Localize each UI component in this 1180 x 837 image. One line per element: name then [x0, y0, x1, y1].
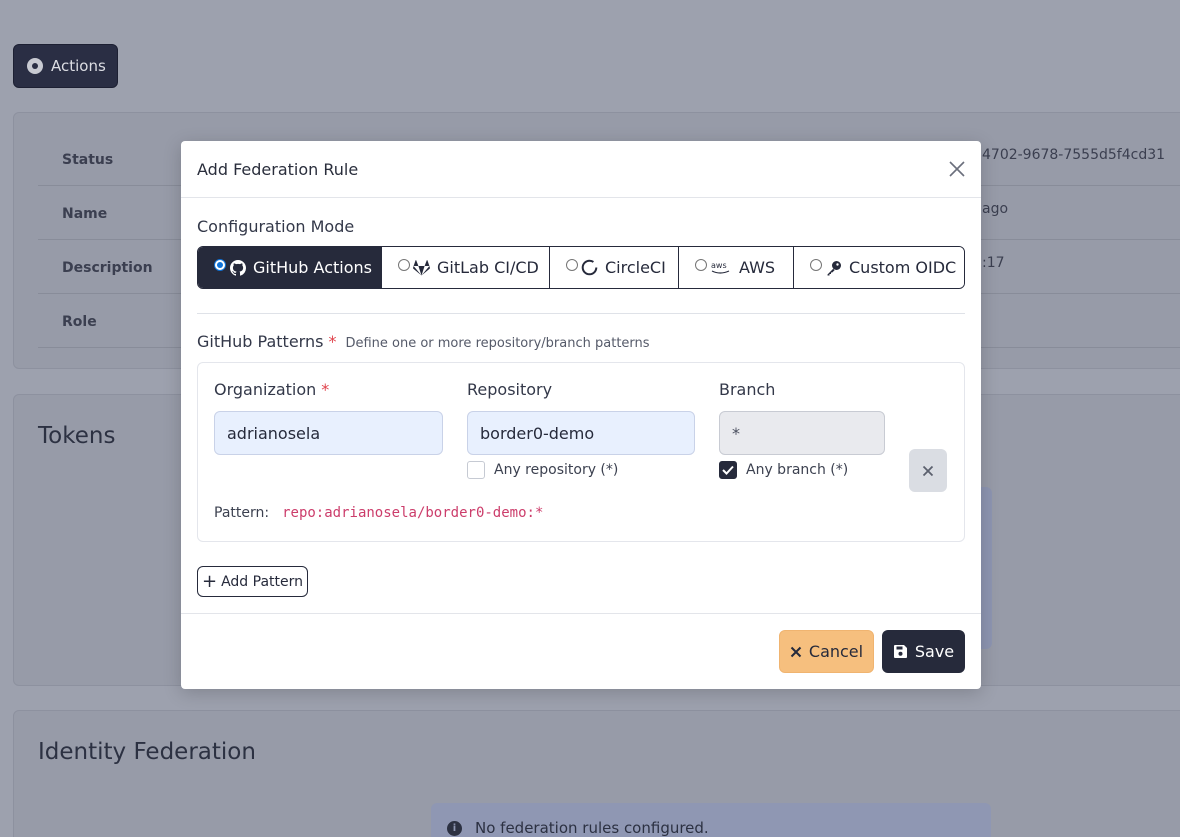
radio-button[interactable]: [214, 258, 226, 271]
detail-value: :17: [982, 255, 1005, 271]
identity-federation-title: Identity Federation: [38, 739, 256, 765]
branch-label: Branch: [719, 380, 776, 399]
section-divider: [197, 313, 965, 314]
plus-icon: +: [201, 570, 218, 592]
svg-text:aws: aws: [711, 261, 727, 270]
required-indicator: *: [328, 332, 337, 351]
detail-label: Role: [62, 314, 97, 330]
aws-icon: aws: [710, 259, 732, 276]
radio-button[interactable]: [810, 258, 822, 271]
key-icon: [825, 259, 842, 276]
add-pattern-button[interactable]: + Add Pattern: [197, 566, 308, 597]
mode-option-github-actions[interactable]: GitHub Actions: [198, 247, 382, 288]
add-federation-rule-modal: Add Federation Rule Configuration Mode G…: [181, 141, 981, 689]
any-branch-label: Any branch (*): [746, 462, 849, 478]
no-rules-alert: i No federation rules configured.: [431, 803, 991, 837]
organization-label: Organization *: [214, 380, 329, 399]
cancel-label: Cancel: [808, 642, 864, 661]
x-icon: [790, 646, 802, 658]
info-icon: i: [447, 820, 462, 836]
pattern-preview: Pattern: repo:adrianosela/border0-demo:*: [214, 505, 543, 521]
configuration-mode-label: Configuration Mode: [197, 217, 355, 236]
pattern-value: repo:adrianosela/border0-demo:*: [282, 505, 544, 521]
detail-label: Description: [62, 260, 153, 276]
tokens-title: Tokens: [38, 423, 116, 449]
circle-dot-icon: [27, 58, 43, 74]
repository-label: Repository: [467, 380, 553, 399]
detail-label: Status: [62, 152, 114, 168]
pattern-card: Organization * adrianosela Repository bo…: [197, 362, 965, 542]
mode-label: CircleCI: [605, 258, 666, 277]
actions-button[interactable]: Actions: [13, 44, 118, 88]
detail-value: ago: [982, 201, 1009, 217]
floppy-disk-icon: [893, 644, 908, 659]
any-branch-checkbox-row[interactable]: Any branch (*): [719, 461, 848, 479]
any-repository-checkbox[interactable]: [467, 461, 485, 479]
mode-option-gitlab-cicd[interactable]: GitLab CI/CD: [382, 247, 550, 288]
mode-option-circleci[interactable]: CircleCI: [550, 247, 679, 288]
alert-text: No federation rules configured.: [475, 819, 709, 837]
radio-button[interactable]: [566, 258, 578, 271]
mode-label: Custom OIDC: [849, 258, 957, 277]
organization-label-text: Organization: [214, 380, 317, 399]
radio-button[interactable]: [398, 258, 410, 271]
save-button[interactable]: Save: [882, 630, 965, 673]
github-icon: [229, 259, 246, 276]
checkmark-icon: [722, 465, 734, 475]
mode-label: GitLab CI/CD: [437, 258, 539, 277]
remove-pattern-button[interactable]: [909, 449, 947, 492]
mode-label: AWS: [739, 258, 776, 277]
repository-input[interactable]: border0-demo: [467, 411, 695, 455]
detail-label: Name: [62, 206, 108, 222]
circleci-icon: [581, 259, 598, 276]
patterns-header: GitHub Patterns * Define one or more rep…: [197, 332, 650, 351]
radio-button[interactable]: [695, 258, 707, 271]
required-indicator: *: [321, 380, 330, 399]
detail-value: 4702-9678-7555d5f4cd31: [982, 147, 1166, 163]
mode-label: GitHub Actions: [253, 258, 372, 277]
mode-option-custom-oidc[interactable]: Custom OIDC: [794, 247, 964, 288]
patterns-hint: Define one or more repository/branch pat…: [345, 336, 650, 351]
modal-title: Add Federation Rule: [197, 160, 359, 179]
save-label: Save: [914, 642, 955, 661]
mode-option-aws[interactable]: aws AWS: [679, 247, 794, 288]
modal-header: Add Federation Rule: [181, 141, 981, 198]
organization-input[interactable]: adrianosela: [214, 411, 443, 455]
cancel-button[interactable]: Cancel: [779, 630, 874, 673]
patterns-title: GitHub Patterns: [197, 332, 324, 351]
modal-footer: Cancel Save: [181, 613, 981, 689]
close-icon: [922, 465, 934, 476]
any-repository-label: Any repository (*): [494, 462, 619, 478]
any-branch-checkbox[interactable]: [719, 461, 737, 479]
pattern-label: Pattern:: [214, 505, 270, 521]
close-icon: [949, 161, 965, 177]
gitlab-icon: [413, 259, 430, 276]
configuration-mode-group: GitHub Actions GitLab CI/CD CircleCI aws…: [197, 246, 965, 289]
actions-label: Actions: [51, 57, 106, 75]
add-pattern-label: Add Pattern: [221, 573, 303, 590]
identity-federation-card: Identity Federation i No federation rule…: [13, 710, 1180, 837]
close-button[interactable]: [947, 159, 967, 179]
any-repository-checkbox-row[interactable]: Any repository (*): [467, 461, 618, 479]
branch-input[interactable]: *: [719, 411, 885, 455]
